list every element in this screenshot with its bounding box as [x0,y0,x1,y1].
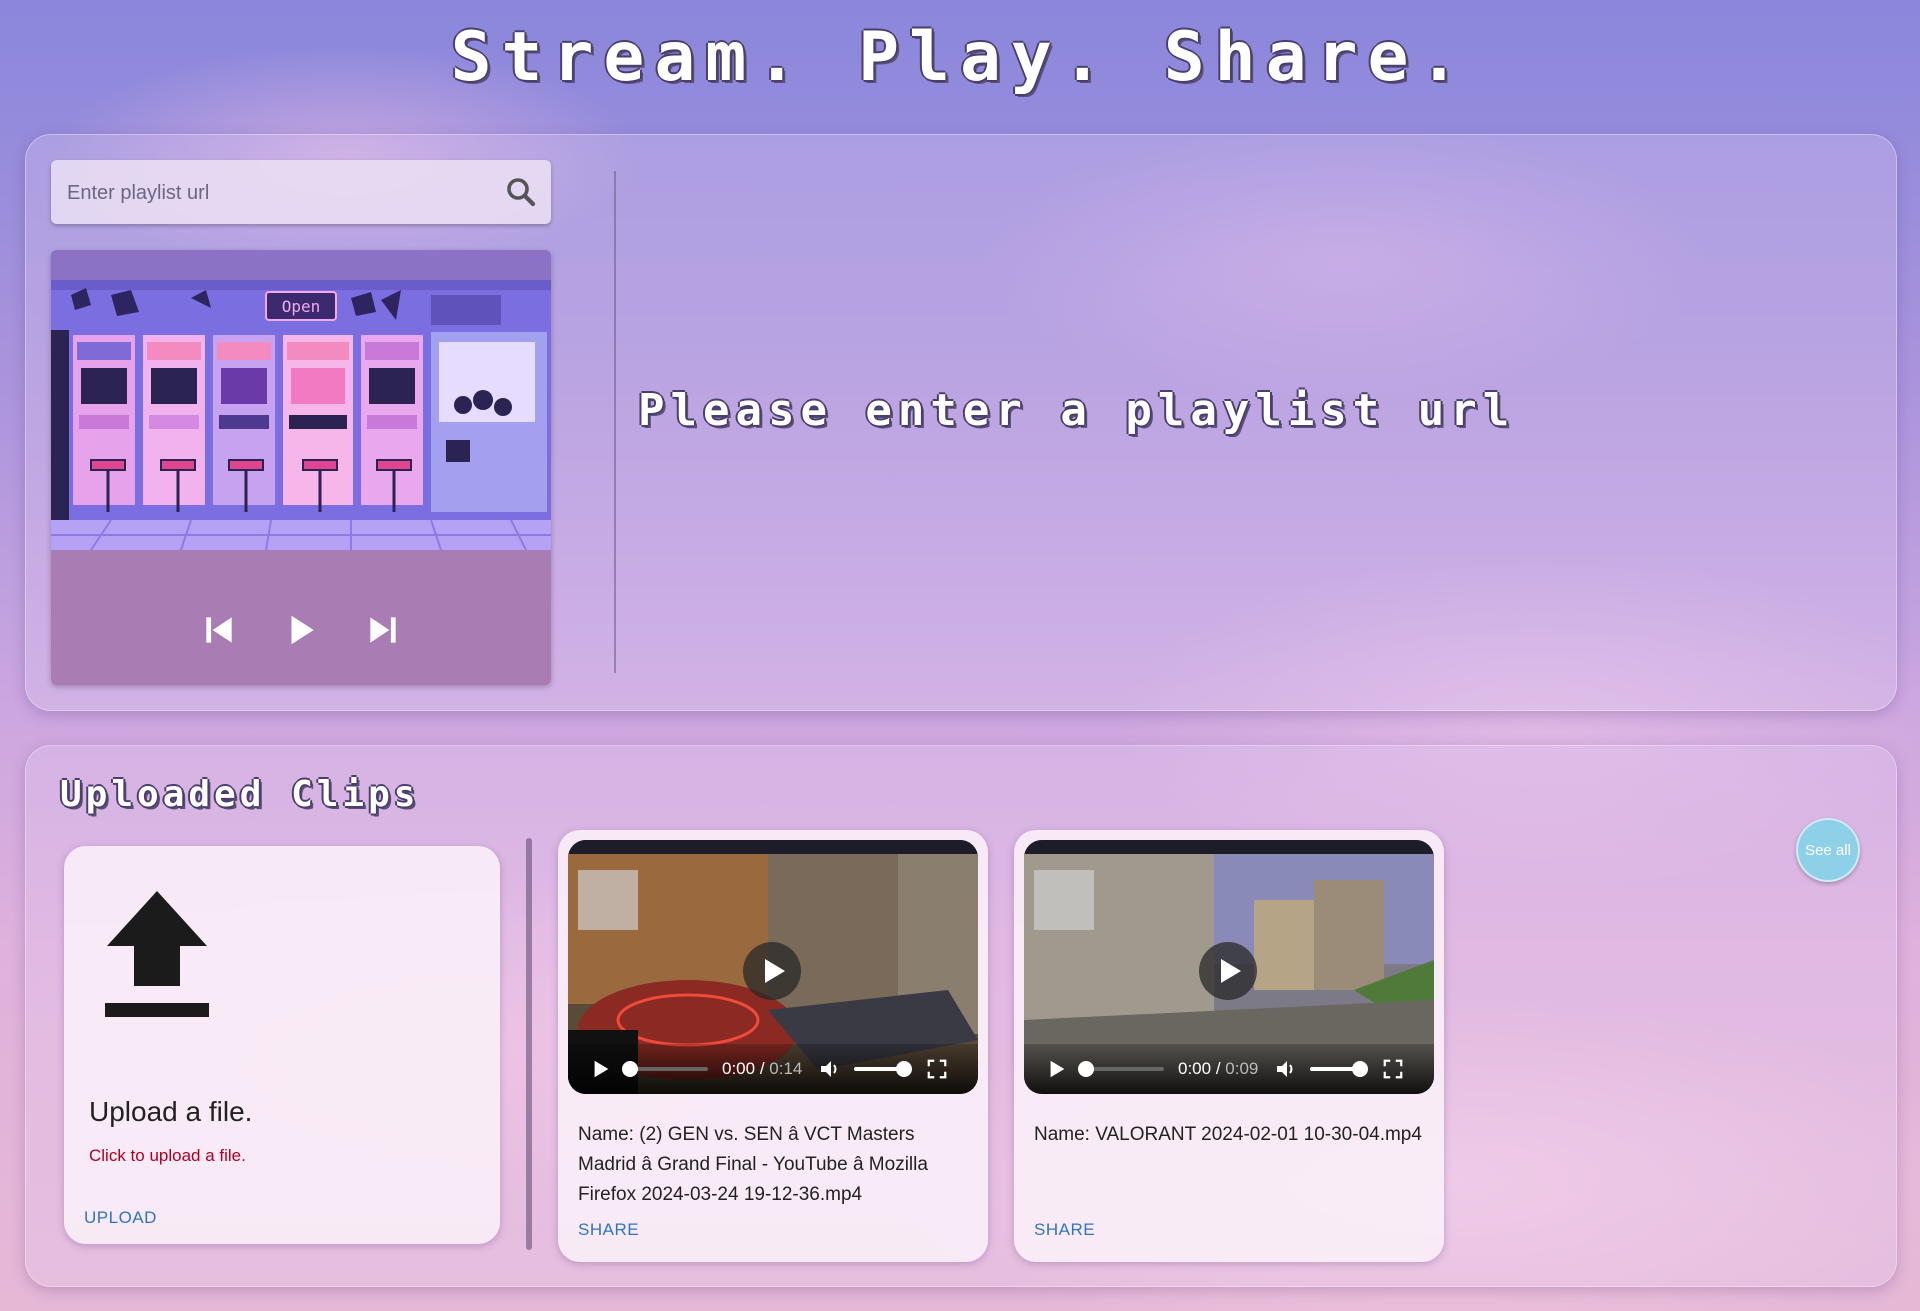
arcade-cabinets [73,332,547,512]
clip-card: 0:00 / 0:09 Name: VALORANT 2024-02-01 10… [1014,830,1444,1262]
seek-bar[interactable] [1078,1061,1164,1077]
playlist-url-input[interactable] [65,160,489,226]
arcade-sign-text: Open [282,297,321,316]
volume-slider[interactable] [854,1061,913,1077]
search-icon[interactable] [503,174,539,210]
play-icon[interactable] [590,1058,612,1080]
video-controls: 0:00 / 0:09 [1024,1044,1434,1094]
panel-divider [614,171,616,673]
uploaded-clips-panel: Uploaded Clips See all Upload a file. Cl… [25,745,1897,1287]
video-time: 0:00 / 0:09 [1178,1059,1259,1078]
seek-bar[interactable] [622,1061,708,1077]
upload-card[interactable]: Upload a file. Click to upload a file. U… [64,846,500,1244]
fullscreen-icon[interactable] [926,1058,948,1080]
skip-next-icon[interactable] [364,611,402,649]
page-headline: Stream. Play. Share. [450,18,1470,97]
upload-title: Upload a file. [89,1096,253,1127]
video-controls: 0:00 / 0:14 [568,1044,978,1094]
upload-button[interactable]: UPLOAD [84,1208,157,1228]
play-icon[interactable] [1046,1058,1068,1080]
video-player[interactable]: 0:00 / 0:14 [568,840,978,1094]
see-all-button[interactable]: See all [1796,818,1860,882]
arcade-artwork: Open [51,250,551,550]
video-time: 0:00 / 0:14 [722,1059,803,1078]
player-panel: Open Please enter a playlist url [25,134,1897,711]
current-time: 0:00 [722,1059,756,1078]
play-icon[interactable] [282,611,320,649]
clips-divider [526,838,532,1250]
video-player[interactable]: 0:00 / 0:09 [1024,840,1434,1094]
total-time: 0:09 [1225,1059,1259,1078]
current-time: 0:00 [1178,1059,1212,1078]
share-button[interactable]: SHARE [1034,1220,1095,1240]
fullscreen-icon[interactable] [1382,1058,1404,1080]
upload-icon [105,891,209,1017]
playlist-search [51,160,551,226]
clip-card: 0:00 / 0:14 Name: (2) GEN vs. SEN â VCT … [558,830,988,1262]
clip-name: Name: (2) GEN vs. SEN â VCT Masters Madr… [578,1124,928,1205]
video-play-overlay[interactable] [1199,942,1257,1000]
volume-slider[interactable] [1310,1061,1369,1077]
section-title: Uploaded Clips [60,774,420,815]
video-play-overlay[interactable] [743,942,801,1000]
skip-previous-icon[interactable] [200,611,238,649]
playlist-prompt: Please enter a playlist url [638,385,1516,436]
music-player: Open [51,250,551,685]
player-controls [51,600,551,660]
upload-subtitle: Click to upload a file. [89,1146,246,1165]
share-button[interactable]: SHARE [578,1220,639,1240]
volume-icon[interactable] [1274,1057,1298,1081]
clip-name: Name: VALORANT 2024-02-01 10-30-04.mp4 [1034,1124,1422,1145]
volume-icon[interactable] [818,1057,842,1081]
total-time: 0:14 [769,1059,803,1078]
